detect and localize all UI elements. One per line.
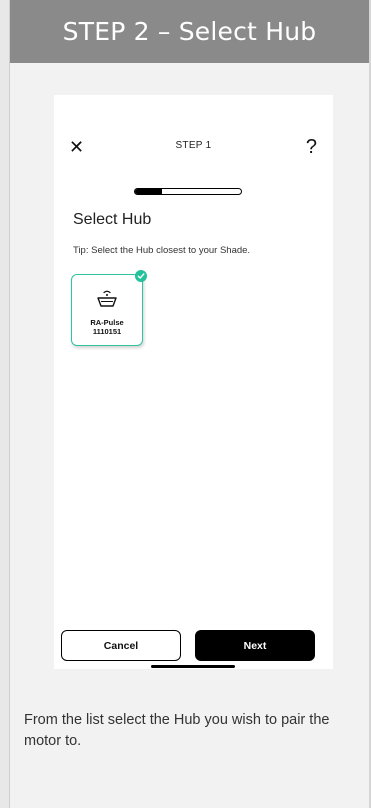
step-header: STEP 2 – Select Hub [10, 0, 369, 63]
home-indicator [151, 665, 235, 668]
next-button[interactable]: Next [195, 630, 315, 661]
help-icon[interactable]: ? [306, 135, 317, 159]
cancel-button[interactable]: Cancel [61, 630, 181, 661]
step-title: STEP 2 – Select Hub [62, 17, 317, 46]
hub-card[interactable]: RA-Pulse 1110151 [71, 270, 147, 346]
left-side-bar [0, 0, 10, 808]
progress-bar-fill [135, 189, 162, 194]
left-side-bar-inner [0, 0, 10, 808]
hub-serial: 1110151 [92, 327, 122, 336]
check-icon [135, 270, 147, 282]
step-indicator-label: STEP 1 [175, 140, 212, 151]
tip-text: Tip: Select the Hub closest to your Shad… [73, 245, 251, 256]
phone-top-bar: ✕ STEP 1 ? [54, 135, 333, 161]
instruction-text: From the list select the Hub you wish to… [24, 712, 330, 749]
progress-bar [134, 188, 242, 195]
instruction-panel: STEP 2 – Select Hub ✕ STEP 1 ? Select Hu… [10, 0, 369, 808]
screen-title: Select Hub [73, 211, 152, 228]
phone-screenshot: ✕ STEP 1 ? Select Hub Tip: Select the Hu… [54, 95, 333, 669]
hub-router-icon [94, 287, 120, 309]
hub-name: RA-Pulse [90, 318, 124, 327]
